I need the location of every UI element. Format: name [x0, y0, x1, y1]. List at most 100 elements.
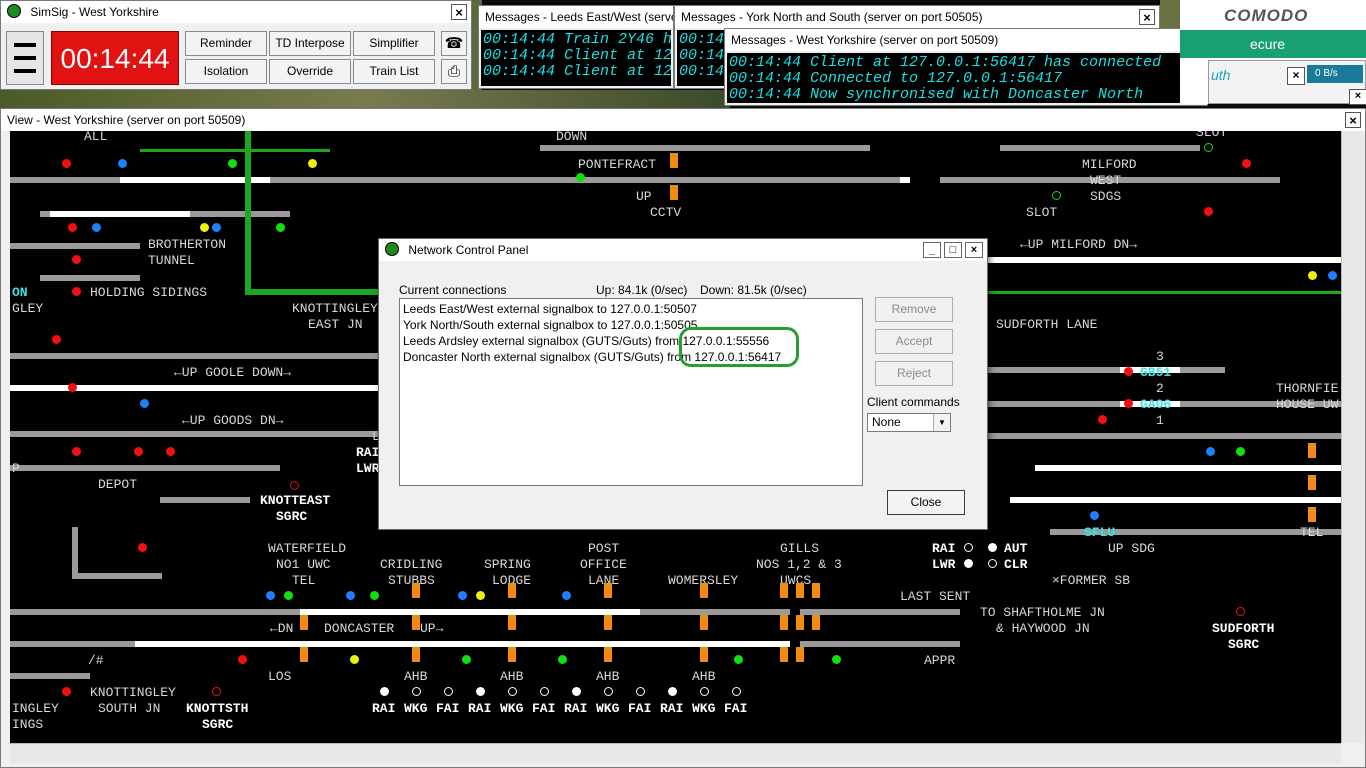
telephone-icon[interactable]: ☎: [441, 31, 467, 56]
comodo-banner[interactable]: ecure: [1180, 30, 1366, 58]
signal-blue[interactable]: [1328, 271, 1337, 280]
track-route-set: [1035, 465, 1341, 471]
signal-red[interactable]: [72, 287, 81, 296]
signal-red[interactable]: [72, 255, 81, 264]
signal-green[interactable]: [228, 159, 237, 168]
label-2: 2: [1156, 381, 1164, 396]
label-former-sb: ×FORMER SB: [1052, 573, 1131, 588]
signal-red[interactable]: [62, 687, 71, 696]
signal-yellow[interactable]: [350, 655, 359, 664]
printer-icon[interactable]: ⎙: [441, 59, 467, 84]
accept-button[interactable]: Accept: [875, 329, 953, 354]
code-fai: FAI: [436, 701, 460, 716]
label-los: LOS: [268, 669, 292, 684]
signal-blue[interactable]: [140, 399, 149, 408]
minimize-icon[interactable]: _: [923, 242, 941, 258]
signal-red[interactable]: [1242, 159, 1251, 168]
knottsth-ring-icon: [212, 687, 221, 696]
signal-blue[interactable]: [266, 591, 275, 600]
view-close-icon[interactable]: ×: [1345, 112, 1361, 128]
signal-red[interactable]: [1124, 399, 1133, 408]
signal-green[interactable]: [370, 591, 379, 600]
reminder-button[interactable]: Reminder: [185, 31, 267, 56]
signal-green[interactable]: [576, 173, 585, 182]
client-commands-select[interactable]: None ▼: [867, 413, 951, 432]
connections-list[interactable]: Leeds East/West external signalbox to 12…: [399, 298, 863, 486]
td-interpose-button[interactable]: TD Interpose: [269, 31, 351, 56]
message-line: 00:14:44 Connected to 127.0.0.1:56417: [729, 70, 1063, 87]
network-widget-close-icon-2[interactable]: ×: [1349, 89, 1366, 105]
messages-leeds-titlebar[interactable]: Messages - Leeds East/West (server on po…: [479, 6, 673, 28]
signal-green[interactable]: [462, 655, 471, 664]
signal-red[interactable]: [62, 159, 71, 168]
signal-green[interactable]: [1236, 447, 1245, 456]
signal-yellow[interactable]: [200, 223, 209, 232]
signal-blue[interactable]: [458, 591, 467, 600]
network-rate: 0 B/s: [1307, 65, 1363, 83]
signal-green[interactable]: [558, 655, 567, 664]
reject-button[interactable]: Reject: [875, 361, 953, 386]
signal-blue[interactable]: [92, 223, 101, 232]
signal-green[interactable]: [284, 591, 293, 600]
close-button[interactable]: Close: [887, 490, 965, 515]
signal-red[interactable]: [1098, 415, 1107, 424]
label-slot: SLOT: [1026, 205, 1058, 220]
signal-red[interactable]: [166, 447, 175, 456]
signal-blue[interactable]: [1206, 447, 1215, 456]
crossing-barrier: [700, 615, 708, 630]
signal-green[interactable]: [734, 655, 743, 664]
label-tel-right: TEL: [1300, 525, 1324, 540]
label-brotherton: BROTHERTON: [148, 237, 227, 252]
signal-blue[interactable]: [118, 159, 127, 168]
signal-blue[interactable]: [212, 223, 221, 232]
messages-york-close-icon[interactable]: ×: [1139, 9, 1155, 25]
signal-red[interactable]: [52, 335, 61, 344]
client-commands-label: Client commands: [867, 395, 960, 409]
override-button[interactable]: Override: [269, 59, 351, 84]
track: [10, 353, 380, 359]
hamburger-menu-icon[interactable]: [6, 31, 44, 85]
chevron-down-icon[interactable]: ▼: [933, 414, 950, 431]
signal-red[interactable]: [1124, 367, 1133, 376]
signal-blue[interactable]: [1090, 511, 1099, 520]
label-knottingley-east: KNOTTINGLEY: [292, 301, 378, 316]
signal-green[interactable]: [276, 223, 285, 232]
simsig-titlebar[interactable]: SimSig - West Yorkshire ×: [1, 1, 471, 23]
down-stat: Down: 81.5k (0/sec): [700, 283, 807, 297]
isolation-button[interactable]: Isolation: [185, 59, 267, 84]
view-vertical-scrollbar[interactable]: [1341, 131, 1364, 743]
signal-blue[interactable]: [346, 591, 355, 600]
signal-red[interactable]: [1204, 207, 1213, 216]
up-stat: Up: 84.1k (0/sec): [596, 283, 688, 297]
signal-red[interactable]: [72, 447, 81, 456]
signal-red[interactable]: [68, 383, 77, 392]
messages-wy-titlebar[interactable]: Messages - West Yorkshire (server on por…: [725, 29, 1207, 51]
signal-yellow[interactable]: [308, 159, 317, 168]
label-pontefract: PONTEFRACT: [578, 157, 657, 172]
train-list-button[interactable]: Train List: [353, 59, 435, 84]
ncp-close-icon[interactable]: ×: [965, 242, 983, 258]
signal-red[interactable]: [138, 543, 147, 552]
current-connections-label: Current connections: [399, 283, 507, 297]
view-titlebar[interactable]: View - West Yorkshire (server on port 50…: [1, 109, 1365, 131]
remove-button[interactable]: Remove: [875, 297, 953, 322]
maximize-icon[interactable]: □: [944, 242, 962, 258]
signal-yellow[interactable]: [1308, 271, 1317, 280]
label-sudforth-sgrc: SGRC: [1228, 637, 1260, 652]
simsig-close-icon[interactable]: ×: [451, 4, 467, 20]
network-widget-close-icon[interactable]: ×: [1287, 67, 1305, 85]
signal-yellow[interactable]: [476, 591, 485, 600]
messages-york-titlebar[interactable]: Messages - York North and South (server …: [675, 6, 1159, 28]
signal-red[interactable]: [134, 447, 143, 456]
signal-blue[interactable]: [562, 591, 571, 600]
ncp-titlebar[interactable]: Network Control Panel _ □ ×: [379, 239, 987, 261]
label-hash: /#: [88, 653, 104, 668]
view-horizontal-scrollbar[interactable]: [10, 743, 1341, 764]
clock-display[interactable]: 00:14:44: [51, 31, 179, 85]
signal-red[interactable]: [238, 655, 247, 664]
connection-item[interactable]: Leeds East/West external signalbox to 12…: [403, 301, 859, 317]
signal-ring-green: [1052, 191, 1061, 200]
signal-red[interactable]: [68, 223, 77, 232]
simplifier-button[interactable]: Simplifier: [353, 31, 435, 56]
signal-green[interactable]: [832, 655, 841, 664]
